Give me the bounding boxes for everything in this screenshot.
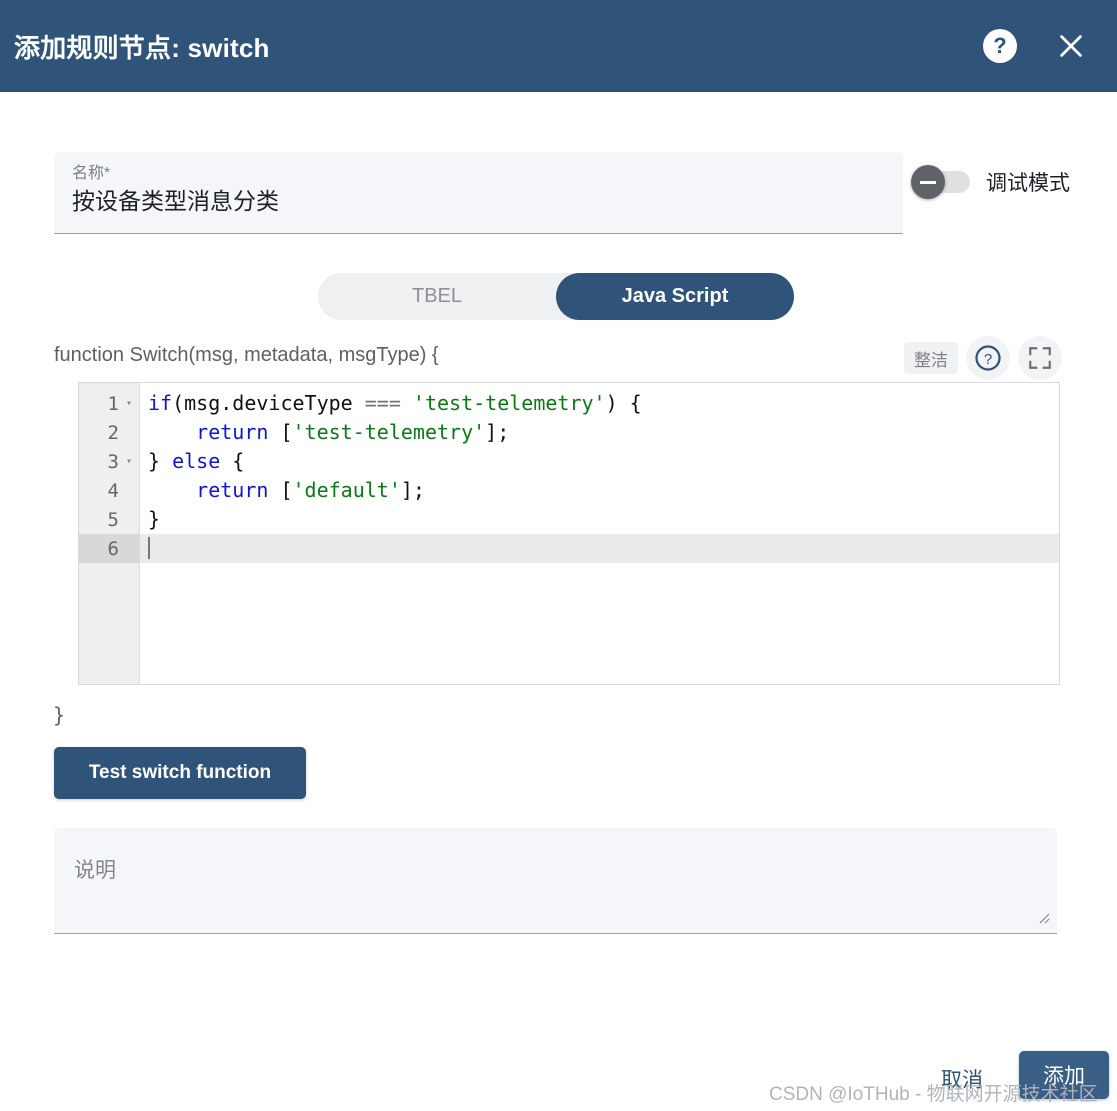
code-line[interactable]: } else {	[140, 447, 1059, 476]
code-token: return	[196, 420, 269, 444]
fullscreen-expand-icon[interactable]	[1018, 336, 1062, 380]
code-line[interactable]	[140, 534, 1059, 563]
add-button[interactable]: 添加	[1019, 1051, 1109, 1099]
function-signature-row: function Switch(msg, metadata, msgType) …	[54, 336, 1062, 384]
debug-mode-row: 调试模式	[911, 162, 1070, 202]
description-textarea[interactable]: 说明	[54, 828, 1057, 934]
text-caret	[148, 537, 150, 559]
code-editor[interactable]: 1 ▾ 2 3 ▾ 4 5 6 if(msg.deviceType === 'test-tel…	[78, 382, 1060, 685]
code-token: [	[268, 478, 293, 502]
help-circle-icon[interactable]: ?	[983, 29, 1017, 63]
debug-mode-label: 调试模式	[986, 172, 1070, 195]
dialog-titlebar: 添加规则节点: switch ?	[0, 0, 1117, 92]
name-field-value[interactable]: 按设备类型消息分类	[72, 187, 885, 216]
dialog-body: 名称* 按设备类型消息分类 调试模式 TBEL Java Script func…	[0, 92, 1117, 1111]
description-placeholder: 说明	[74, 859, 116, 882]
svg-text:?: ?	[984, 351, 992, 368]
line-number: 1	[107, 392, 119, 415]
code-token: 'test-telemetry'	[412, 391, 606, 415]
gutter-line-number: 2	[79, 418, 139, 447]
name-row: 名称* 按设备类型消息分类 调试模式	[54, 152, 1070, 242]
code-token: {	[220, 449, 245, 473]
function-closing-brace: }	[53, 703, 66, 727]
code-token: if	[148, 391, 173, 415]
line-number: 2	[107, 421, 119, 444]
code-token: }	[148, 507, 161, 531]
line-number: 3	[107, 450, 119, 473]
code-token: [	[268, 420, 293, 444]
editor-gutter: 1 ▾ 2 3 ▾ 4 5 6	[79, 383, 140, 684]
code-line[interactable]: return ['default'];	[140, 476, 1059, 505]
editor-code-area[interactable]: if(msg.deviceType === 'test-telemetry') …	[140, 383, 1059, 684]
tidy-button[interactable]: 整洁	[904, 342, 958, 374]
code-line[interactable]: return ['test-telemetry'];	[140, 418, 1059, 447]
code-token: }	[148, 449, 173, 473]
fold-arrow-icon[interactable]: ▾	[123, 456, 135, 467]
code-token: ) {	[605, 391, 642, 415]
resize-handle-icon[interactable]	[1035, 909, 1051, 925]
gutter-line-number: 4	[79, 476, 139, 505]
gutter-line-number: 1 ▾	[79, 389, 139, 418]
tab-tbel[interactable]: TBEL	[318, 273, 556, 320]
code-token: ===	[364, 391, 401, 415]
help-glyph: ?	[993, 33, 1007, 58]
code-token: 'test-telemetry'	[292, 420, 486, 444]
gutter-line-number: 3 ▾	[79, 447, 139, 476]
gutter-line-number: 5	[79, 505, 139, 534]
cancel-button[interactable]: 取消	[925, 1057, 999, 1101]
fold-arrow-icon[interactable]: ▾	[123, 398, 135, 409]
code-token: ];	[400, 478, 425, 502]
add-rule-node-dialog: 添加规则节点: switch ? 名称* 按设备类型消息分类 调试模式 TBEL…	[0, 0, 1117, 1111]
tab-javascript[interactable]: Java Script	[556, 273, 794, 320]
code-line[interactable]: if(msg.deviceType === 'test-telemetry') …	[140, 389, 1059, 418]
line-number: 5	[107, 508, 119, 531]
code-token: (msg.deviceType	[172, 391, 365, 415]
dialog-title: 添加规则节点: switch	[14, 32, 270, 63]
dialog-footer: 取消 添加	[0, 1049, 1117, 1111]
code-token: 'default'	[292, 478, 401, 502]
toggle-thumb	[911, 165, 945, 199]
editor-toolbar: 整洁 ?	[904, 336, 1062, 380]
name-field-label: 名称*	[72, 165, 111, 182]
code-token: return	[196, 478, 269, 502]
editor-help-icon[interactable]: ?	[966, 336, 1010, 380]
language-toggle-group: TBEL Java Script	[318, 273, 794, 320]
close-icon[interactable]	[1053, 28, 1089, 64]
test-switch-function-button[interactable]: Test switch function	[54, 747, 306, 799]
rule-node-name-field[interactable]: 名称* 按设备类型消息分类	[54, 152, 903, 234]
code-token: ];	[485, 420, 510, 444]
gutter-line-number: 6	[79, 534, 139, 563]
function-signature: function Switch(msg, metadata, msgType) …	[54, 344, 439, 366]
code-line[interactable]: }	[140, 505, 1059, 534]
line-number: 6	[107, 537, 119, 560]
line-number: 4	[107, 479, 119, 502]
debug-mode-toggle[interactable]	[911, 165, 970, 199]
code-token: else	[172, 449, 221, 473]
